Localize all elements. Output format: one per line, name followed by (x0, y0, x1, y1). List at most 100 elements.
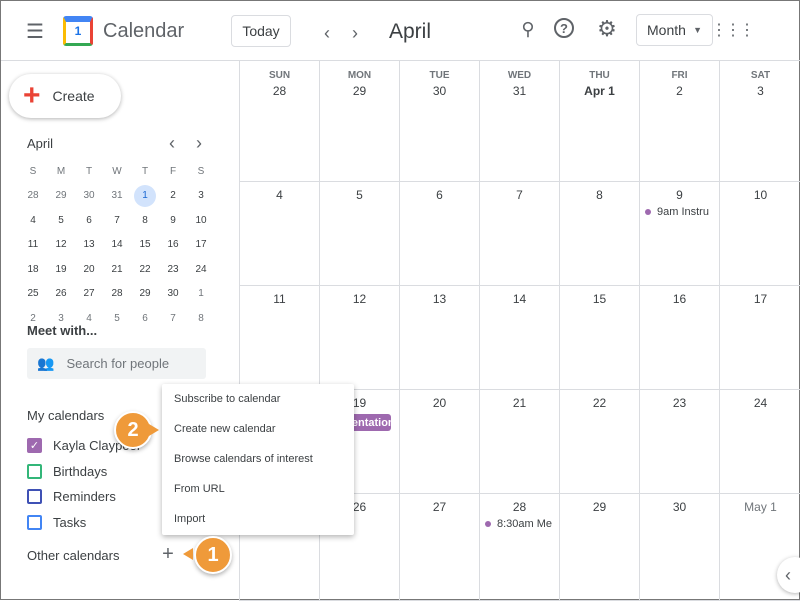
day-cell[interactable]: 30 (639, 494, 719, 601)
menu-item[interactable]: Create new calendar (162, 418, 354, 448)
day-number[interactable]: 6 (400, 188, 479, 202)
day-cell[interactable]: TUE 30 (399, 61, 479, 182)
mini-day[interactable]: 7 (103, 215, 131, 226)
mini-day[interactable]: 20 (75, 264, 103, 275)
mini-day[interactable]: 3 (187, 190, 215, 201)
mini-day[interactable]: 24 (187, 264, 215, 275)
add-other-calendar-icon[interactable]: + (158, 543, 178, 565)
day-cell[interactable]: WED 31 (479, 61, 559, 182)
day-cell[interactable]: 23 (639, 390, 719, 494)
mini-day[interactable]: 22 (131, 264, 159, 275)
day-cell[interactable]: MON 29 (319, 61, 399, 182)
mini-day[interactable]: 6 (131, 313, 159, 324)
day-number[interactable]: 27 (400, 500, 479, 514)
day-number[interactable]: 29 (560, 500, 639, 514)
event[interactable]: 9am Instru (645, 206, 719, 218)
day-cell[interactable]: 8 (559, 182, 639, 286)
mini-day[interactable]: 25 (19, 288, 47, 299)
mini-day[interactable]: 28 (103, 288, 131, 299)
day-number[interactable]: 23 (640, 396, 719, 410)
day-cell[interactable]: 12 (319, 286, 399, 390)
day-number[interactable]: 4 (240, 188, 319, 202)
mini-day[interactable]: 4 (19, 215, 47, 226)
mini-day[interactable]: 31 (103, 190, 131, 201)
mini-day[interactable]: 5 (47, 215, 75, 226)
day-cell[interactable]: SUN 28 (239, 61, 319, 182)
create-button[interactable]: + Create (9, 74, 121, 118)
day-cell[interactable]: 24 (719, 390, 800, 494)
mini-day[interactable]: 30 (159, 288, 187, 299)
mini-next-icon[interactable]: › (190, 133, 208, 153)
day-cell[interactable]: 21 (479, 390, 559, 494)
today-button[interactable]: Today (231, 15, 291, 47)
day-number[interactable]: 30 (640, 500, 719, 514)
day-number[interactable]: 13 (400, 292, 479, 306)
day-cell[interactable]: 16 (639, 286, 719, 390)
mini-day[interactable]: 17 (187, 239, 215, 250)
day-cell[interactable]: 27 (399, 494, 479, 601)
next-month-icon[interactable]: › (343, 21, 367, 45)
mini-day[interactable]: 11 (19, 239, 47, 250)
search-people-input[interactable]: 👥 Search for people (27, 348, 206, 379)
menu-item[interactable]: Browse calendars of interest (162, 448, 354, 478)
mini-day[interactable]: 16 (159, 239, 187, 250)
calendar-item[interactable]: Birthdays (27, 463, 107, 479)
day-number[interactable]: 8 (560, 188, 639, 202)
day-number[interactable]: 15 (560, 292, 639, 306)
day-number[interactable]: May 1 (720, 500, 800, 514)
day-number[interactable]: 28 (480, 500, 559, 514)
mini-day[interactable]: 26 (47, 288, 75, 299)
mini-day[interactable]: 21 (103, 264, 131, 275)
menu-item[interactable]: Subscribe to calendar (162, 388, 354, 418)
checkbox[interactable] (27, 514, 42, 530)
day-number[interactable]: 9 (640, 188, 719, 202)
day-number[interactable]: 31 (480, 84, 559, 98)
mini-day[interactable]: 8 (187, 313, 215, 324)
day-cell[interactable]: 9 9am Instru (639, 182, 719, 286)
checkbox[interactable] (27, 463, 42, 479)
day-number[interactable]: 2 (640, 84, 719, 98)
settings-icon[interactable]: ⚙ (595, 16, 619, 41)
mini-day[interactable]: 7 (159, 313, 187, 324)
day-number[interactable]: 5 (320, 188, 399, 202)
mini-day[interactable]: 29 (131, 288, 159, 299)
mini-day[interactable]: 9 (159, 215, 187, 226)
day-cell[interactable]: THU Apr 1 (559, 61, 639, 182)
day-cell[interactable]: 13 (399, 286, 479, 390)
menu-item[interactable]: From URL (162, 478, 354, 508)
mini-day[interactable]: 8 (131, 215, 159, 226)
day-number[interactable]: 12 (320, 292, 399, 306)
event[interactable]: 8:30am Me (485, 518, 559, 530)
mini-prev-icon[interactable]: ‹ (163, 133, 181, 153)
mini-day[interactable]: 29 (47, 190, 75, 201)
mini-day[interactable]: 1 (187, 288, 215, 299)
day-cell[interactable]: 28 8:30am Me (479, 494, 559, 601)
day-number[interactable]: 22 (560, 396, 639, 410)
mini-day[interactable]: 28 (19, 190, 47, 201)
day-number[interactable]: 11 (240, 292, 319, 306)
day-number[interactable]: 14 (480, 292, 559, 306)
mini-day[interactable]: 23 (159, 264, 187, 275)
day-number[interactable]: 16 (640, 292, 719, 306)
mini-day[interactable]: 27 (75, 288, 103, 299)
day-cell[interactable]: 4 (239, 182, 319, 286)
day-cell[interactable]: 29 (559, 494, 639, 601)
day-cell[interactable]: 22 (559, 390, 639, 494)
mini-day[interactable]: 30 (75, 190, 103, 201)
day-number[interactable]: 10 (720, 188, 800, 202)
prev-month-icon[interactable]: ‹ (315, 21, 339, 45)
day-cell[interactable]: 11 (239, 286, 319, 390)
day-cell[interactable]: 15 (559, 286, 639, 390)
day-number[interactable]: 20 (400, 396, 479, 410)
day-number[interactable]: 24 (720, 396, 800, 410)
mini-day[interactable]: 15 (131, 239, 159, 250)
day-cell[interactable]: 7 (479, 182, 559, 286)
help-icon[interactable]: ? (554, 18, 574, 38)
day-number[interactable]: 3 (720, 84, 800, 98)
apps-icon[interactable]: ⋮⋮⋮ (711, 19, 755, 41)
mini-day[interactable]: 5 (103, 313, 131, 324)
day-cell[interactable]: FRI 2 (639, 61, 719, 182)
calendar-item[interactable]: Reminders (27, 489, 116, 504)
day-cell[interactable]: 17 (719, 286, 800, 390)
mini-day[interactable]: 13 (75, 239, 103, 250)
